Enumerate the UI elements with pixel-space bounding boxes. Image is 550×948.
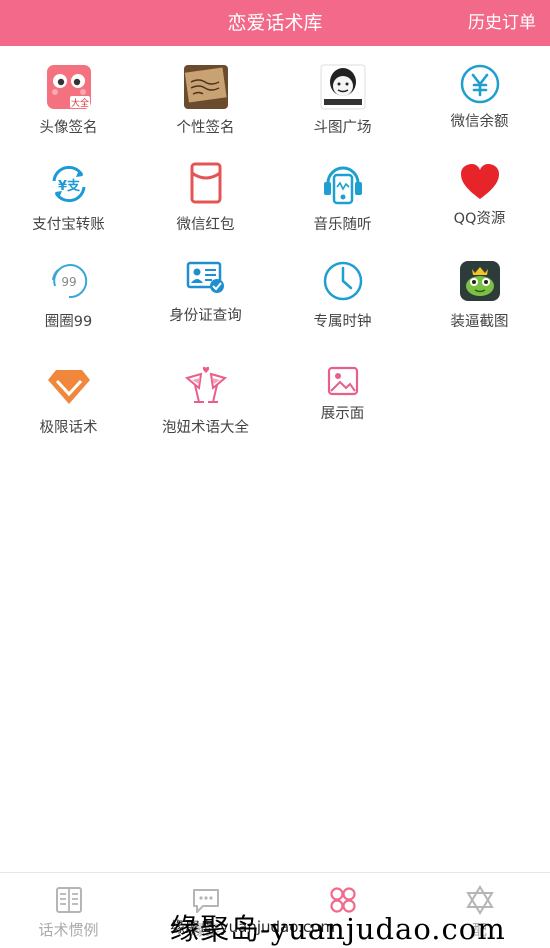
watermark: 缘聚岛-yuanjudao.com: [170, 912, 506, 946]
tab-label: 话术惯例: [38, 921, 99, 939]
grid-item-ultimate-pickup-lines[interactable]: 极限话术: [0, 364, 137, 437]
grid-item-exclusive-clock[interactable]: 专属时钟: [274, 258, 411, 331]
grid-item-meme-square[interactable]: 斗图广场: [274, 64, 411, 137]
music-player-icon: [323, 166, 362, 205]
svg-text:99: 99: [61, 275, 76, 289]
grid-item-label: 装逼截图: [450, 314, 509, 330]
frog-crown-icon: [459, 261, 500, 301]
grid-item-label: 个性签名: [176, 120, 235, 136]
grid-item-flirting-terms[interactable]: 泡妞术语大全: [137, 364, 274, 437]
svg-text:大全: 大全: [70, 97, 88, 109]
grid-item-music[interactable]: 音乐随听: [274, 161, 411, 234]
red-envelope-icon: [190, 162, 221, 204]
grid-item-label: 音乐随听: [313, 217, 372, 233]
grid-item-avatar-signature[interactable]: 大全 头像签名: [0, 64, 137, 137]
grid-item-label: 专属时钟: [313, 314, 372, 330]
meme-face-icon: [320, 64, 365, 110]
heart-icon: [460, 164, 499, 199]
cocktail-glasses-icon: [184, 366, 227, 403]
grid-item-label: 极限话术: [39, 420, 98, 436]
grid-item-label: 微信红包: [176, 217, 235, 233]
grid-item-wechat-balance[interactable]: 微信余额: [411, 64, 548, 131]
tab-pickup-lines[interactable]: 话术惯例: [0, 873, 137, 945]
top-bar: 恋爱话术库 历史订单: [0, 0, 550, 46]
grid-item-label: 微信余额: [450, 114, 509, 130]
circle-99-icon: 99: [51, 264, 87, 299]
grid-item-label: 泡妞术语大全: [162, 420, 249, 436]
grid-item-label: QQ资源: [453, 211, 506, 227]
document-icon: [55, 887, 82, 913]
id-card-icon: [186, 261, 224, 293]
grid-item-personal-signature[interactable]: 个性签名: [137, 64, 274, 137]
grid-item-qq-resources[interactable]: QQ资源: [411, 161, 548, 228]
history-orders-button[interactable]: 历史订单: [468, 0, 536, 46]
grid-item-showcase[interactable]: 展示面: [274, 364, 411, 423]
grid-item-label: 支付宝转账: [32, 217, 105, 233]
grid-item-label: 头像签名: [39, 120, 98, 136]
svg-text:¥支: ¥支: [57, 178, 80, 194]
yen-circle-icon: [460, 64, 499, 104]
grid-item-label: 圈圈99: [44, 314, 93, 330]
clock-icon: [323, 261, 362, 301]
grid-item-circle-99[interactable]: 99 圈圈99: [0, 258, 137, 331]
grid-item-label: 斗图广场: [313, 120, 372, 136]
signature-photo-icon: [183, 65, 228, 109]
grid-item-label: 身份证查询: [169, 308, 242, 324]
grid-item-alipay-transfer[interactable]: ¥支 支付宝转账: [0, 161, 137, 234]
avatar-face-icon: 大全: [46, 65, 91, 109]
grid-item-fake-screenshot[interactable]: 装逼截图: [411, 258, 548, 331]
grid-item-wechat-red-envelope[interactable]: 微信红包: [137, 161, 274, 234]
grid-item-id-card[interactable]: 身份证查询: [137, 258, 274, 325]
grid-item-label: 展示面: [320, 406, 365, 422]
diamond-icon: [47, 370, 90, 404]
alipay-transfer-icon: ¥支: [52, 165, 85, 203]
